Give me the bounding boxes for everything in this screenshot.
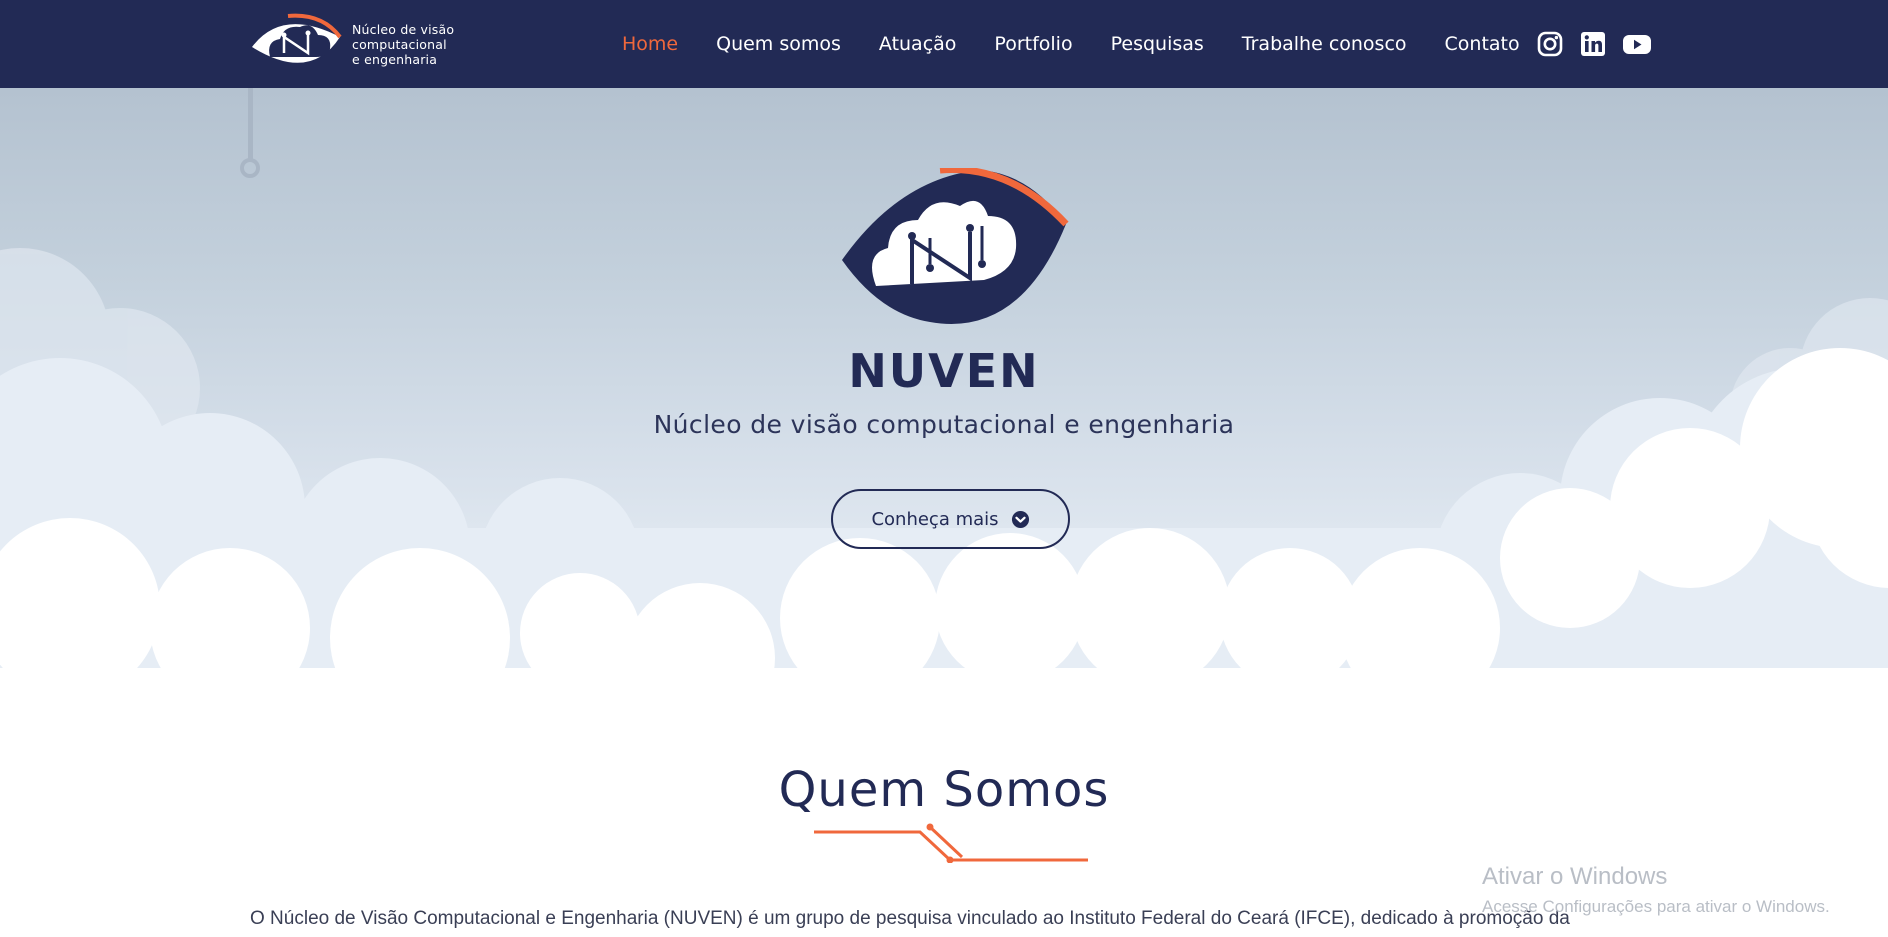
about-text: O Núcleo de Visão Computacional e Engenh…: [250, 908, 1570, 929]
decorative-dot: [240, 158, 260, 178]
watermark-title: Ativar o Windows: [1482, 863, 1668, 890]
logo-text-line: e engenharia: [352, 52, 438, 67]
nav-link-contato[interactable]: Contato: [1445, 31, 1520, 57]
nuven-eye-logo-icon: [252, 13, 342, 63]
main-nav: Home Quem somos Atuação Portfolio Pesqui…: [622, 31, 1558, 57]
hero-title: NUVEN: [848, 344, 1040, 398]
nav-link-trabalhe-conosco[interactable]: Trabalhe conosco: [1242, 31, 1407, 57]
youtube-icon[interactable]: [1622, 30, 1652, 58]
hero-section: NUVEN Núcleo de visão computacional e en…: [0, 88, 1888, 708]
conheca-mais-button[interactable]: Conheça mais: [831, 489, 1070, 549]
hero-subtitle: Núcleo de visão computacional e engenhar…: [653, 410, 1235, 439]
logo-text-line: computacional: [352, 37, 447, 52]
linkedin-icon[interactable]: [1579, 30, 1607, 58]
nav-link-pesquisas[interactable]: Pesquisas: [1111, 31, 1204, 57]
nuven-logo[interactable]: Núcleo de visão computacional e engenhar…: [250, 13, 460, 75]
watermark-subtitle: Acesse Configurações para ativar o Windo…: [1482, 897, 1830, 916]
instagram-icon[interactable]: [1536, 30, 1564, 58]
decorative-line: [248, 88, 253, 160]
circuit-divider-icon: [814, 823, 1088, 863]
nav-link-quem-somos[interactable]: Quem somos: [716, 31, 841, 57]
about-title: Quem Somos: [778, 762, 1110, 818]
social-links: [1536, 30, 1667, 58]
nav-link-portfolio[interactable]: Portfolio: [994, 31, 1072, 57]
chevron-down-circle-icon: [1011, 510, 1029, 528]
navbar: Núcleo de visão computacional e engenhar…: [0, 0, 1888, 88]
nav-link-home[interactable]: Home: [622, 31, 678, 57]
nav-logo-text: Núcleo de visão computacional e engenhar…: [352, 22, 454, 67]
nav-link-atuacao[interactable]: Atuação: [879, 31, 957, 57]
conheca-mais-label: Conheça mais: [871, 508, 999, 530]
logo-text-line: Núcleo de visão: [352, 22, 455, 37]
nuven-eye-logo-icon: [842, 168, 1069, 324]
windows-activation-watermark: Ativar o Windows Acesse Configurações pa…: [1482, 862, 1830, 918]
